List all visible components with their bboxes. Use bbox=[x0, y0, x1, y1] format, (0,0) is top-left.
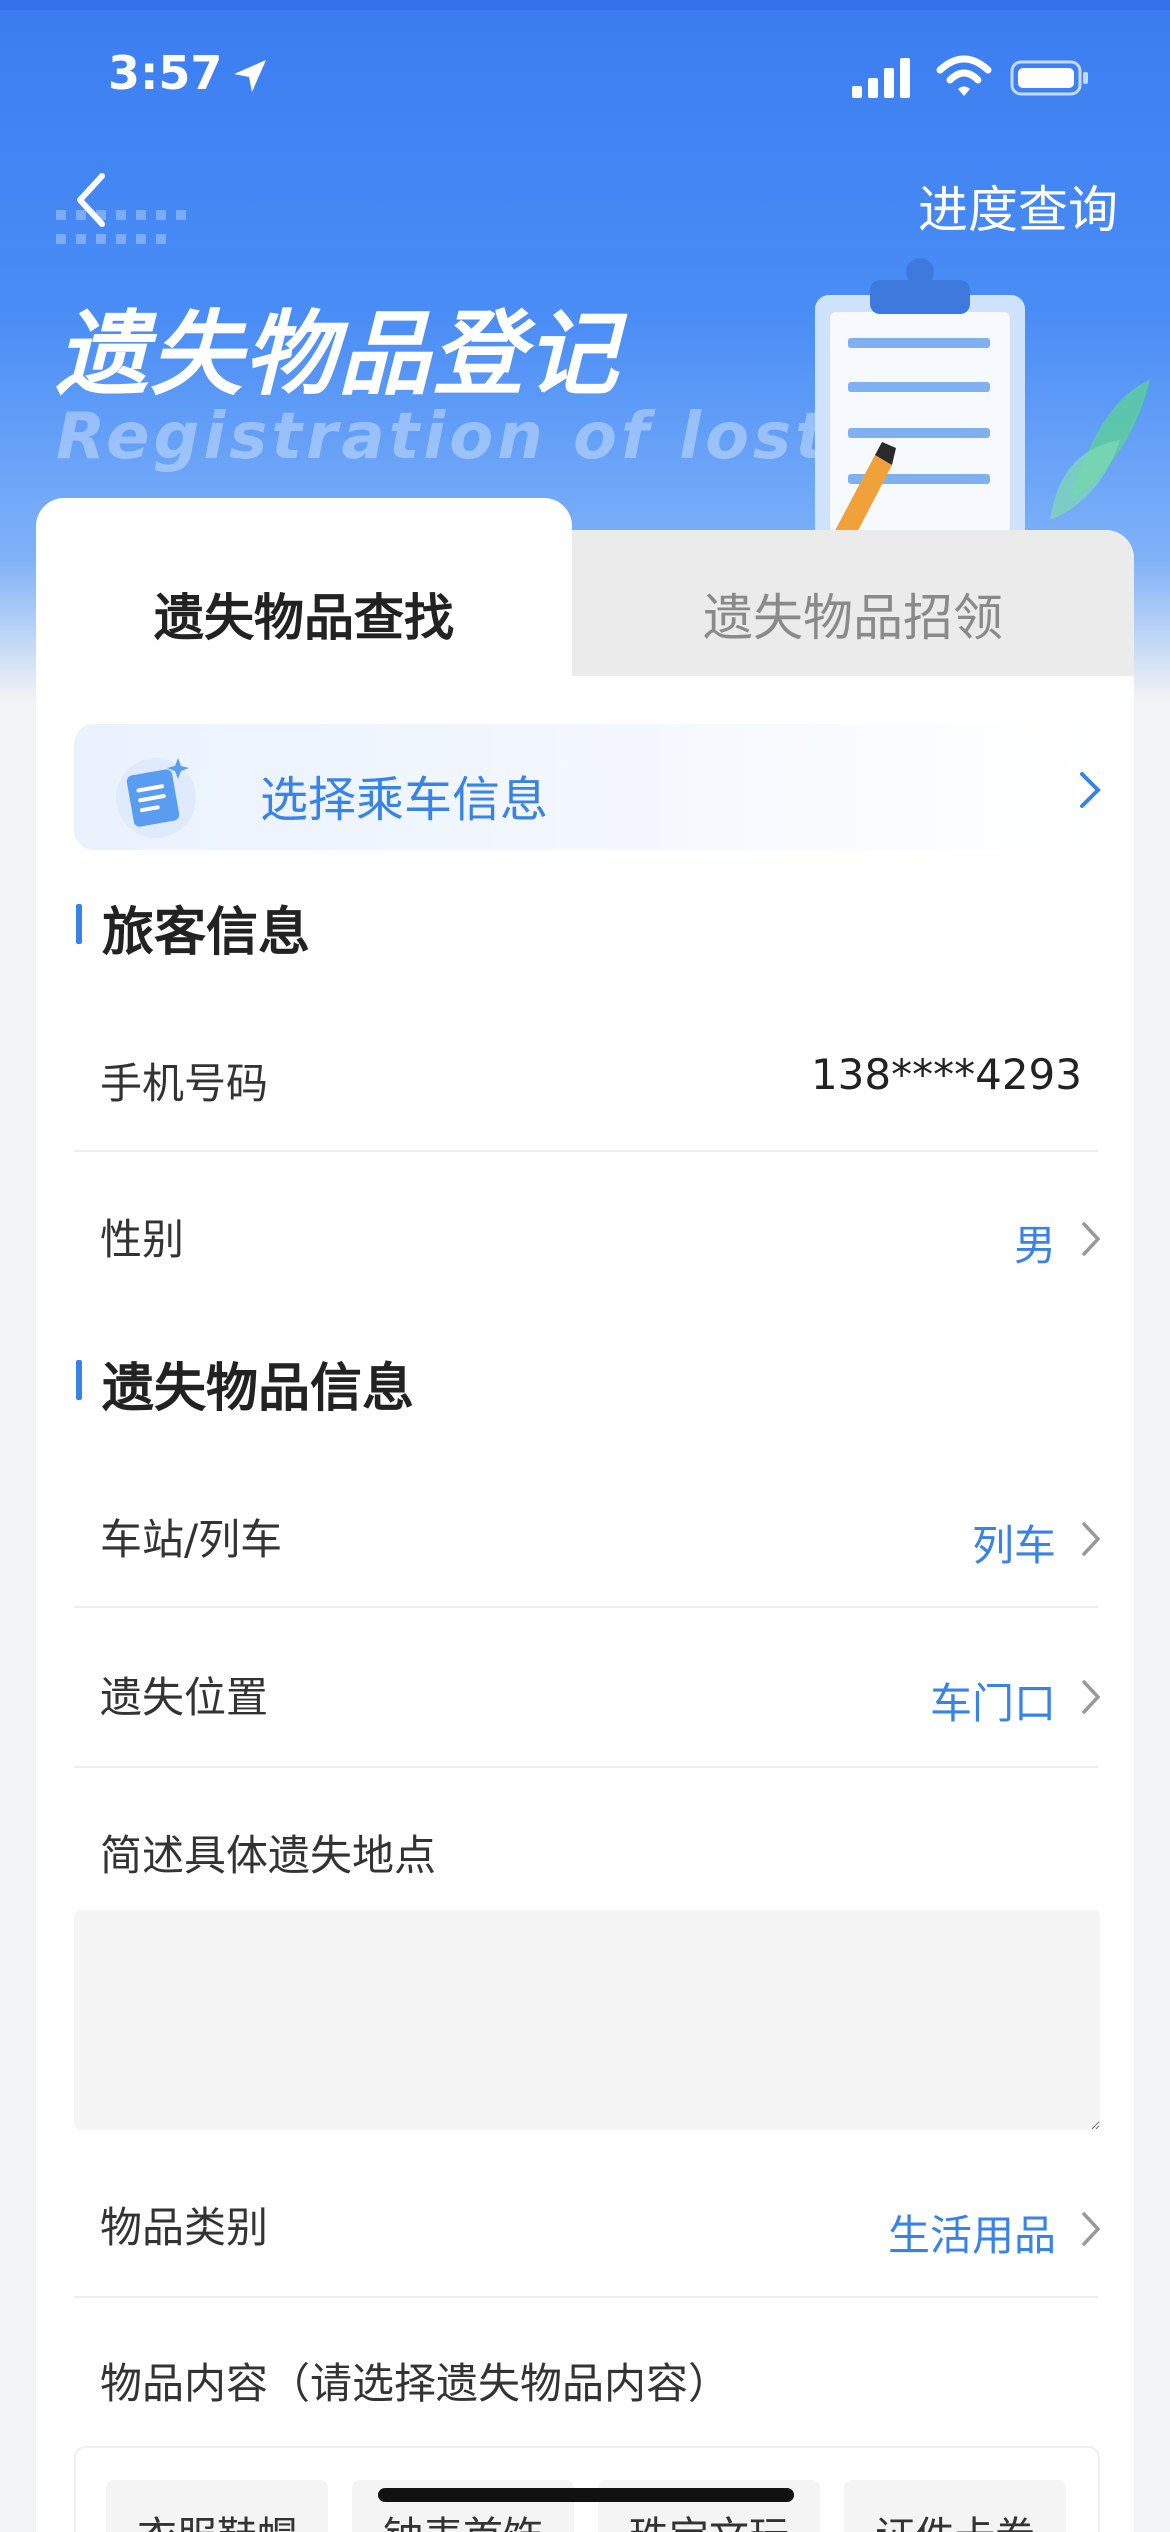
chevron-right-icon bbox=[1082, 1522, 1101, 1556]
gender-label: 性别 bbox=[100, 1215, 185, 1264]
clipboard-illustration bbox=[815, 258, 1150, 550]
cellular-signal-icon bbox=[852, 58, 910, 98]
chevron-right-icon bbox=[1082, 1680, 1101, 1714]
battery-icon bbox=[1010, 60, 1088, 96]
tab-lost-claim-label: 遗失物品招领 bbox=[703, 589, 1003, 647]
station-train-label: 车站/列车 bbox=[100, 1515, 283, 1564]
item-section-title: 遗失物品信息 bbox=[76, 1346, 414, 1421]
chevron-right-icon bbox=[1080, 772, 1101, 808]
lost-location-label: 遗失位置 bbox=[100, 1673, 269, 1722]
item-content-option[interactable]: 衣服鞋帽 bbox=[106, 2480, 328, 2532]
gender-value[interactable]: 男 bbox=[1014, 1212, 1056, 1273]
describe-location-label: 简述具体遗失地点 bbox=[100, 1831, 437, 1880]
phone-label: 手机号码 bbox=[100, 1059, 269, 1108]
home-indicator bbox=[378, 2488, 794, 2502]
chevron-right-icon bbox=[1082, 2212, 1101, 2246]
station-train-value[interactable]: 列车 bbox=[972, 1512, 1056, 1573]
phone-value: 138****4293 bbox=[810, 1050, 1082, 1099]
page-title: 遗失物品登记 bbox=[56, 301, 621, 408]
decorative-dots bbox=[56, 210, 186, 244]
divider bbox=[74, 1150, 1098, 1152]
describe-location-textarea[interactable] bbox=[74, 1910, 1100, 2130]
ticket-icon bbox=[116, 758, 196, 838]
item-content-label: 物品内容（请选择遗失物品内容） bbox=[100, 2359, 731, 2408]
tab-lost-search[interactable]: 遗失物品查找 bbox=[36, 498, 572, 678]
chevron-right-icon bbox=[1082, 1222, 1101, 1256]
select-ride-info-row[interactable] bbox=[74, 724, 1098, 850]
passenger-section-title: 旅客信息 bbox=[76, 890, 310, 965]
divider bbox=[74, 2296, 1098, 2298]
divider bbox=[74, 1766, 1098, 1768]
item-category-value[interactable]: 生活用品 bbox=[888, 2202, 1056, 2263]
screen: 3:57 进度查询 遗失物品登记 Registration of lost 遗失… bbox=[0, 0, 1170, 2532]
tab-lost-claim[interactable]: 遗失物品招领 bbox=[572, 530, 1134, 676]
top-strip bbox=[0, 0, 1170, 10]
select-ride-info-label: 选择乘车信息 bbox=[260, 772, 549, 828]
location-arrow-icon bbox=[234, 60, 266, 92]
item-content-option[interactable]: 证件卡券 bbox=[844, 2480, 1066, 2532]
item-category-label: 物品类别 bbox=[100, 2203, 269, 2252]
progress-query-link[interactable]: 进度查询 bbox=[918, 170, 1118, 242]
tab-lost-search-label: 遗失物品查找 bbox=[154, 589, 454, 647]
lost-location-value[interactable]: 车门口 bbox=[930, 1670, 1056, 1731]
status-time: 3:57 bbox=[108, 46, 223, 100]
divider bbox=[74, 1606, 1098, 1608]
page-subtitle: Registration of lost bbox=[56, 400, 830, 474]
wifi-icon bbox=[936, 55, 992, 96]
